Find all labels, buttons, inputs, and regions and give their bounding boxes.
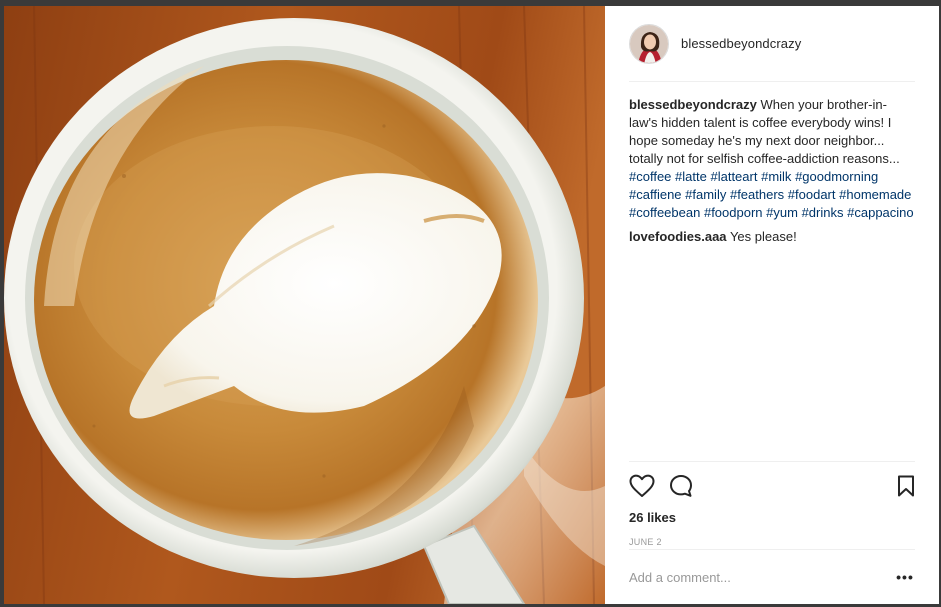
likes-count[interactable]: 26 likes: [629, 510, 915, 525]
more-options-button[interactable]: •••: [895, 567, 915, 587]
post-date: JUNE 2: [629, 537, 662, 547]
hashtag-link[interactable]: #family: [685, 187, 726, 202]
post-side-panel: blessedbeyondcrazy blessedbeyondcrazy Wh…: [605, 6, 939, 604]
post-actions-section: 26 likes JUNE 2: [629, 461, 915, 547]
caption: blessedbeyondcrazy When your brother-in-…: [629, 96, 915, 222]
comment-item: lovefoodies.aaa Yes please!: [629, 228, 915, 246]
comment-bubble-icon: [670, 475, 692, 497]
hashtag-link[interactable]: #drinks: [802, 205, 844, 220]
hashtag-link[interactable]: #coffee: [629, 169, 671, 184]
hashtag-link[interactable]: #caffiene: [629, 187, 682, 202]
like-button[interactable]: [629, 466, 669, 506]
avatar[interactable]: [629, 23, 669, 64]
hashtag-link[interactable]: #cappacino: [847, 205, 914, 220]
hashtag-link[interactable]: #latte: [675, 169, 707, 184]
hashtag-link[interactable]: #feathers: [730, 187, 784, 202]
hashtag-link[interactable]: #homemade: [839, 187, 911, 202]
action-bar: [629, 462, 915, 508]
comment-button[interactable]: [669, 466, 709, 506]
post-header: blessedbeyondcrazy: [629, 6, 915, 82]
hashtag-link[interactable]: #milk: [761, 169, 791, 184]
add-comment-section: •••: [629, 549, 915, 604]
heart-icon: [629, 474, 655, 497]
hashtag-link[interactable]: #foodporn: [704, 205, 763, 220]
comments-list: blessedbeyondcrazy When your brother-in-…: [629, 82, 915, 246]
profile-photo-icon: [630, 24, 668, 63]
hashtag-link[interactable]: #goodmorning: [795, 169, 878, 184]
comment-text: Yes please!: [729, 229, 797, 244]
hashtag-link[interactable]: #foodart: [788, 187, 836, 202]
post-dialog: blessedbeyondcrazy blessedbeyondcrazy Wh…: [4, 6, 939, 604]
hashtag-link[interactable]: #yum: [766, 205, 798, 220]
hashtag-link[interactable]: #latteart: [710, 169, 757, 184]
caption-username[interactable]: blessedbeyondcrazy: [629, 97, 757, 112]
bookmark-icon: [898, 475, 914, 497]
caption-hashtags: #coffee #latte #latteart #milk #goodmorn…: [629, 169, 914, 220]
comment-input[interactable]: [629, 569, 895, 585]
post-photo[interactable]: [4, 6, 605, 604]
latte-art-photo: [4, 6, 605, 604]
comment-username[interactable]: lovefoodies.aaa: [629, 229, 727, 244]
hashtag-link[interactable]: #coffeebean: [629, 205, 700, 220]
header-username[interactable]: blessedbeyondcrazy: [681, 36, 801, 51]
save-button[interactable]: [885, 466, 915, 506]
